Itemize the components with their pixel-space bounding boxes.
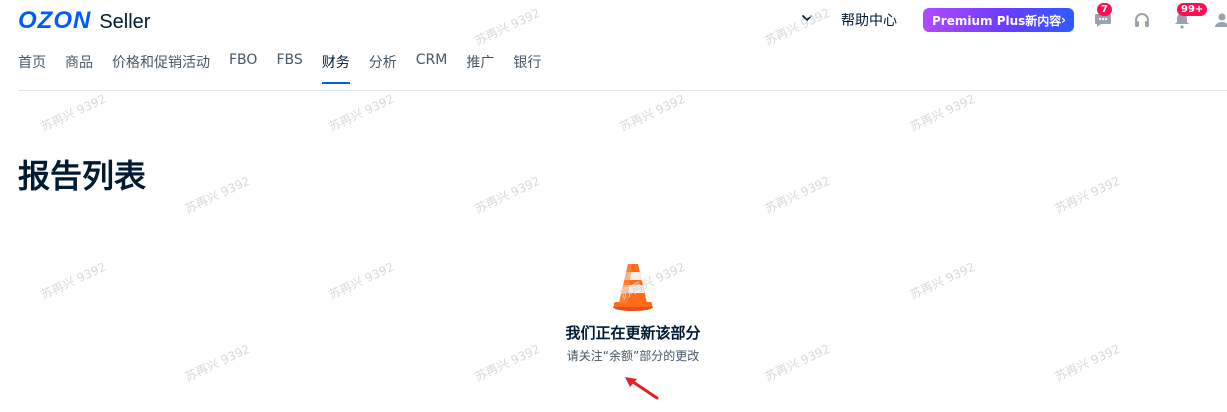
chevron-down-icon[interactable] bbox=[800, 11, 814, 25]
watermark-text: 苏再兴 9392 bbox=[1052, 173, 1123, 217]
tab-prices-promotions[interactable]: 价格和促销活动 bbox=[112, 52, 210, 84]
nav-divider bbox=[18, 90, 1227, 91]
traffic-cone-icon bbox=[613, 264, 653, 311]
watermark-text: 苏再兴 9392 bbox=[762, 173, 833, 217]
top-bar: OZON Seller 帮助中心 Premium Plus新内容 › 7 99+ bbox=[0, 0, 1227, 40]
watermark-text: 苏再兴 9392 bbox=[182, 173, 253, 217]
logo-wordmark: OZON bbox=[18, 7, 92, 34]
watermark-text: 苏再兴 9392 bbox=[907, 91, 978, 135]
watermark-text: 苏再兴 9392 bbox=[472, 341, 543, 385]
tab-fbs[interactable]: FBS bbox=[276, 52, 302, 84]
watermark-text: 苏再兴 9392 bbox=[617, 91, 688, 135]
annotation-arrow-icon bbox=[625, 377, 659, 400]
watermark-text: 苏再兴 9392 bbox=[762, 341, 833, 385]
watermark-text: 苏再兴 9392 bbox=[326, 259, 397, 303]
page-title: 报告列表 bbox=[18, 157, 147, 195]
main-nav-tabs: 首页 商品 价格和促销活动 FBO FBS 财务 分析 CRM 推广 银行 bbox=[18, 52, 560, 84]
tab-products[interactable]: 商品 bbox=[65, 52, 93, 84]
chevron-right-icon: › bbox=[1061, 13, 1066, 27]
watermark-text: 苏再兴 9392 bbox=[38, 91, 109, 135]
tab-analytics[interactable]: 分析 bbox=[369, 52, 397, 84]
premium-plus-label: Premium Plus新内容 bbox=[932, 13, 1062, 28]
watermark-text: 苏再兴 9392 bbox=[182, 341, 253, 385]
tab-promotion[interactable]: 推广 bbox=[466, 52, 494, 84]
premium-plus-button[interactable]: Premium Plus新内容 › bbox=[923, 8, 1074, 32]
watermark-text: 苏再兴 9392 bbox=[326, 91, 397, 135]
tab-bank[interactable]: 银行 bbox=[513, 52, 541, 84]
watermark-text: 苏再兴 9392 bbox=[907, 259, 978, 303]
tab-fbo[interactable]: FBO bbox=[229, 52, 257, 84]
watermark-text: 苏再兴 9392 bbox=[1052, 341, 1123, 385]
notifications-badge: 99+ bbox=[1177, 3, 1208, 16]
tab-finance[interactable]: 财务 bbox=[321, 52, 350, 84]
support-headset-icon[interactable] bbox=[1132, 10, 1152, 30]
chat-badge: 7 bbox=[1097, 3, 1112, 16]
logo-product-name: Seller bbox=[99, 11, 151, 33]
tab-home[interactable]: 首页 bbox=[18, 52, 46, 84]
empty-state-title: 我们正在更新该部分 bbox=[565, 324, 701, 342]
tab-crm[interactable]: CRM bbox=[416, 52, 448, 84]
empty-state-subtitle: 请关注“余额”部分的更改 bbox=[566, 349, 700, 363]
ozon-seller-logo[interactable]: OZON Seller bbox=[18, 7, 150, 35]
watermark-text: 苏再兴 9392 bbox=[472, 173, 543, 217]
user-profile-icon[interactable] bbox=[1212, 10, 1227, 30]
watermark-text: 苏再兴 9392 bbox=[38, 259, 109, 303]
help-center-link[interactable]: 帮助中心 bbox=[841, 10, 897, 30]
empty-state: 我们正在更新该部分 请关注“余额”部分的更改 bbox=[533, 260, 733, 364]
